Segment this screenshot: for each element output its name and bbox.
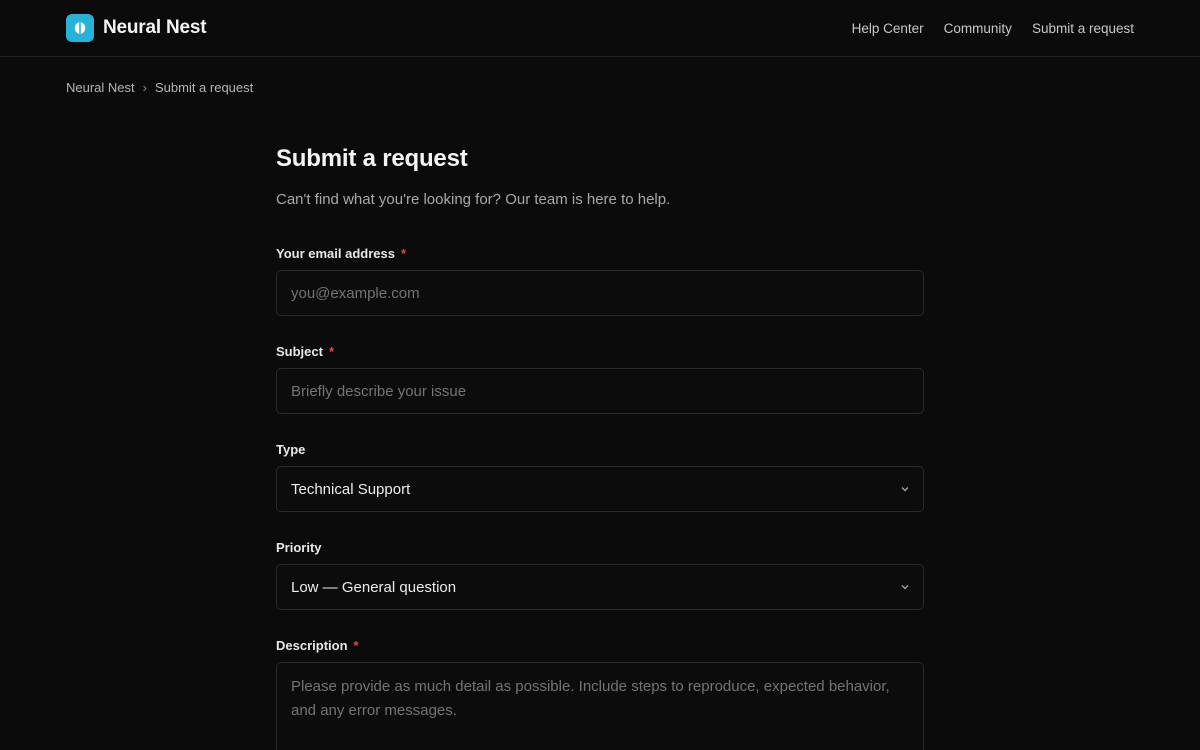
- priority-field-group: Priority Low — General question: [276, 538, 924, 610]
- breadcrumb-current: Submit a request: [154, 79, 254, 95]
- page-intro: Can't find what you're looking for? Our …: [276, 191, 671, 208]
- required-marker: *: [328, 343, 335, 359]
- breadcrumb-separator: ›: [142, 79, 147, 95]
- description-label-row: Description *: [276, 636, 924, 654]
- nav-submit-request[interactable]: Submit a request: [1032, 21, 1134, 36]
- description-field[interactable]: [276, 662, 924, 750]
- subject-label-row: Subject *: [276, 342, 924, 360]
- nav-community[interactable]: Community: [944, 21, 1012, 36]
- subject-field[interactable]: [276, 368, 924, 414]
- type-select[interactable]: Technical Support: [276, 466, 924, 512]
- chevron-down-icon: [901, 487, 909, 492]
- email-label: Your email address: [276, 245, 395, 261]
- email-field-group: Your email address *: [276, 244, 924, 316]
- priority-select-value: Low — General question: [291, 578, 457, 596]
- brand-name: Neural Nest: [103, 17, 207, 38]
- type-field-group: Type Technical Support: [276, 440, 924, 512]
- description-field-group: Description *: [276, 636, 924, 750]
- type-select-value: Technical Support: [291, 480, 411, 498]
- type-label: Type: [276, 441, 306, 457]
- email-label-row: Your email address *: [276, 244, 924, 262]
- brain-icon: [66, 14, 94, 42]
- required-marker: *: [400, 245, 407, 261]
- chevron-down-icon: [901, 585, 909, 590]
- email-field[interactable]: [276, 270, 924, 316]
- breadcrumb: Neural Nest › Submit a request: [0, 57, 1200, 117]
- priority-label-row: Priority: [276, 538, 924, 556]
- top-nav: Help Center Community Submit a request: [852, 21, 1134, 36]
- page-title: Submit a request: [276, 145, 468, 172]
- subject-label: Subject: [276, 343, 323, 359]
- brand-link[interactable]: Neural Nest: [66, 14, 207, 42]
- top-bar: Neural Nest Help Center Community Submit…: [0, 0, 1200, 57]
- priority-select[interactable]: Low — General question: [276, 564, 924, 610]
- request-form: Submit a request Can't find what you're …: [276, 145, 924, 750]
- subject-field-group: Subject *: [276, 342, 924, 414]
- breadcrumb-home[interactable]: Neural Nest: [66, 80, 135, 95]
- type-label-row: Type: [276, 440, 924, 458]
- description-label: Description: [276, 637, 348, 653]
- nav-help-center[interactable]: Help Center: [852, 21, 924, 36]
- priority-label: Priority: [276, 539, 322, 555]
- required-marker: *: [353, 637, 359, 653]
